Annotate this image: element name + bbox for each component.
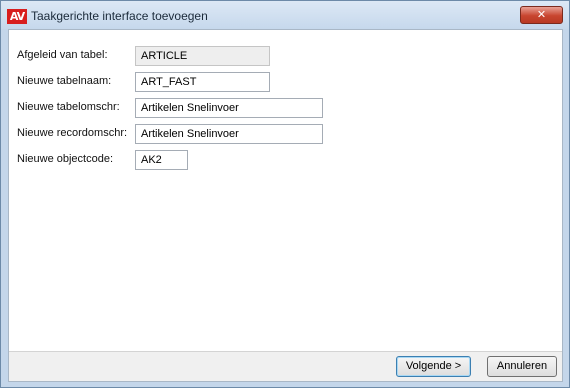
new-record-description-input[interactable]: Artikelen Snelinvoer (135, 124, 323, 144)
button-bar: Volgende > Annuleren (9, 351, 562, 381)
cancel-button[interactable]: Annuleren (487, 356, 557, 377)
dialog-window: AV Taakgerichte interface toevoegen ✕ Af… (0, 0, 570, 388)
derived-table-label: Afgeleid van tabel: (17, 49, 108, 61)
window-title: Taakgerichte interface toevoegen (31, 9, 208, 23)
dialog-content: Afgeleid van tabel: ARTICLE Nieuwe tabel… (8, 29, 563, 382)
new-table-name-label: Nieuwe tabelnaam: (17, 75, 112, 87)
new-table-description-label: Nieuwe tabelomschr: (17, 101, 120, 113)
derived-table-field: ARTICLE (135, 46, 270, 66)
new-record-description-label: Nieuwe recordomschr: (17, 127, 128, 139)
app-logo-icon: AV (7, 9, 27, 24)
new-object-code-input[interactable]: AK2 (135, 150, 188, 170)
title-bar[interactable]: AV Taakgerichte interface toevoegen ✕ (1, 1, 569, 29)
close-button[interactable]: ✕ (520, 6, 563, 24)
close-icon: ✕ (536, 8, 547, 21)
new-object-code-label: Nieuwe objectcode: (17, 153, 114, 165)
new-table-description-input[interactable]: Artikelen Snelinvoer (135, 98, 323, 118)
next-button[interactable]: Volgende > (396, 356, 471, 377)
new-table-name-input[interactable]: ART_FAST (135, 72, 270, 92)
